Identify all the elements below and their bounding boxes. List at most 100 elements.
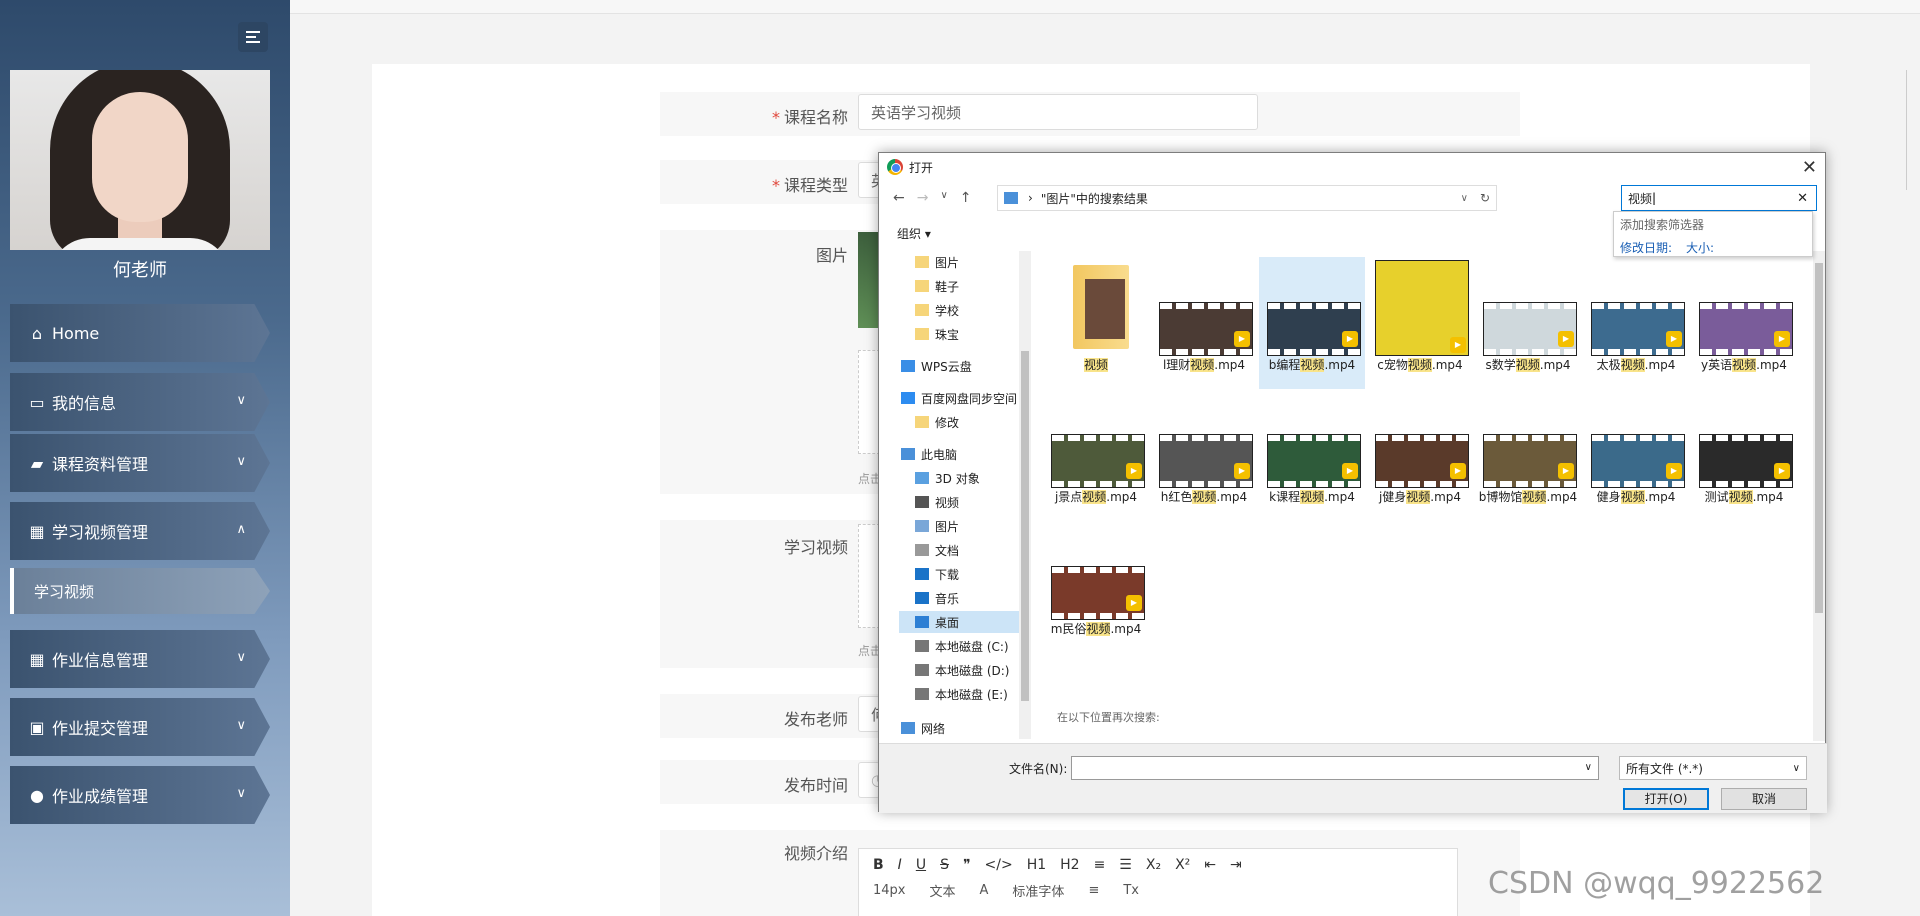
font-color-icon[interactable]: A	[980, 883, 989, 898]
rich-text-editor[interactable]: B I U S ❞ </> H1 H2 ≡ ☰ X₂ X² ⇤ ⇥ 14px 文…	[858, 848, 1458, 916]
nav-item[interactable]: 下载	[915, 563, 959, 585]
file-item[interactable]: ▶ c宠物视频.mp4	[1367, 257, 1473, 389]
down-icon	[915, 568, 929, 580]
italic-button[interactable]: I	[898, 857, 902, 873]
nav-item[interactable]: 百度网盘同步空间	[901, 387, 1017, 409]
outdent-button[interactable]: ⇤	[1204, 857, 1216, 873]
filter-size-link[interactable]: 大小:	[1686, 239, 1714, 256]
file-item[interactable]: ▶ k课程视频.mp4	[1259, 389, 1365, 521]
menu-toggle-button[interactable]	[238, 22, 268, 52]
subscript-button[interactable]: X₂	[1146, 857, 1161, 873]
image-upload-box[interactable]	[858, 350, 880, 454]
file-item[interactable]: 视频	[1043, 257, 1149, 389]
file-item[interactable]: ▶ 测试视频.mp4	[1691, 389, 1797, 521]
menu-study-video[interactable]: 学习视频	[10, 568, 270, 614]
content-scrollbar[interactable]	[1813, 251, 1825, 741]
file-item[interactable]: ▶ m民俗视频.mp4	[1043, 521, 1149, 653]
nav-item[interactable]: 图片	[915, 515, 959, 537]
refresh-icon[interactable]: ↻	[1480, 191, 1490, 205]
strike-button[interactable]: S	[940, 857, 949, 873]
nav-item[interactable]: 学校	[915, 299, 959, 321]
course-name-input[interactable]: 英语学习视频	[858, 94, 1258, 130]
back-icon[interactable]: ←	[893, 190, 905, 206]
folder-search-icon	[1004, 192, 1018, 204]
menu-my-info[interactable]: ▭ 我的信息 ∨	[10, 373, 270, 431]
recent-dropdown-icon[interactable]: ∨	[940, 190, 947, 206]
nav-item[interactable]: 此电脑	[901, 443, 957, 465]
nav-item[interactable]: 珠宝	[915, 323, 959, 345]
font-family-select[interactable]: 标准字体	[1012, 881, 1064, 900]
filter-modified-date-link[interactable]: 修改日期:	[1620, 239, 1672, 256]
nav-item[interactable]: 本地磁盘 (E:)	[915, 683, 1008, 705]
text-style-select[interactable]: 文本	[930, 881, 956, 900]
h1-button[interactable]: H1	[1027, 857, 1046, 873]
file-item[interactable]: ▶ y英语视频.mp4	[1691, 257, 1797, 389]
file-item[interactable]: ▶ h红色视频.mp4	[1151, 389, 1257, 521]
file-item[interactable]: ▶ j健身视频.mp4	[1367, 389, 1473, 521]
filetype-select[interactable]: 所有文件 (*.*) ∨	[1619, 756, 1807, 780]
underline-button[interactable]: U	[916, 857, 926, 873]
align-icon[interactable]: ≡	[1088, 883, 1099, 898]
organize-button[interactable]: 组织 ▾	[897, 225, 931, 242]
filename-input[interactable]: ∨	[1071, 756, 1599, 780]
nav-item[interactable]: 文档	[915, 539, 959, 561]
h2-button[interactable]: H2	[1060, 857, 1079, 873]
file-item[interactable]: ▶ b编程视频.mp4	[1259, 257, 1365, 389]
file-item[interactable]: ▶ l理财视频.mp4	[1151, 257, 1257, 389]
forward-icon[interactable]: →	[917, 190, 929, 206]
course-type-label: * 课程类型	[771, 176, 848, 195]
nav-item[interactable]: 图片	[915, 251, 959, 273]
clear-search-icon[interactable]: ✕	[1797, 191, 1808, 206]
open-button[interactable]: 打开(O)	[1623, 788, 1709, 810]
file-item[interactable]: ▶ j景点视频.mp4	[1043, 389, 1149, 521]
pic-icon	[915, 520, 929, 532]
folder-icon	[915, 280, 929, 292]
nav-item[interactable]: 鞋子	[915, 275, 959, 297]
bold-button[interactable]: B	[873, 857, 884, 873]
nav-item[interactable]: 本地磁盘 (D:)	[915, 659, 1009, 681]
menu-home[interactable]: ⌂ Home	[10, 304, 270, 362]
nav-item[interactable]: WPS云盘	[901, 355, 972, 377]
close-icon[interactable]: ✕	[1802, 157, 1817, 178]
time-input[interactable]: ◷	[858, 762, 884, 798]
teacher-input[interactable]: 何	[858, 696, 886, 732]
nav-item[interactable]: 网络	[901, 717, 945, 739]
chevron-down-icon[interactable]: ∨	[1585, 762, 1592, 773]
file-item[interactable]: ▶ 健身视频.mp4	[1583, 389, 1689, 521]
superscript-button[interactable]: X²	[1175, 857, 1190, 873]
nav-item[interactable]: 桌面	[899, 611, 1027, 633]
player-badge-icon: ▶	[1126, 463, 1142, 479]
player-badge-icon: ▶	[1774, 331, 1790, 347]
page-scrollbar[interactable]	[1906, 70, 1916, 190]
menu-homework-submit[interactable]: ▣ 作业提交管理 ∨	[10, 698, 270, 756]
menu-homework-info[interactable]: ▦ 作业信息管理 ∨	[10, 630, 270, 688]
file-name: s数学视频.mp4	[1485, 358, 1571, 372]
nav-item[interactable]: 音乐	[915, 587, 959, 609]
cancel-button[interactable]: 取消	[1721, 788, 1807, 810]
indent-button[interactable]: ⇥	[1230, 857, 1242, 873]
chevron-down-icon[interactable]: ∨	[1461, 193, 1468, 204]
file-item[interactable]: ▶ s数学视频.mp4	[1475, 257, 1581, 389]
blockquote-button[interactable]: ❞	[963, 857, 971, 873]
code-button[interactable]: </>	[985, 857, 1013, 873]
up-icon[interactable]: ↑	[960, 190, 972, 206]
menu-course-materials[interactable]: ▰ 课程资料管理 ∨	[10, 434, 270, 492]
nav-item[interactable]: 修改	[915, 411, 959, 433]
nav-item[interactable]: 3D 对象	[915, 467, 980, 489]
search-input[interactable]: 视频 | ✕	[1621, 185, 1817, 211]
address-bar[interactable]: › "图片"中的搜索结果 ∨ ↻	[997, 185, 1497, 211]
file-item[interactable]: ▶ 太极视频.mp4	[1583, 257, 1689, 389]
video-upload-box[interactable]	[858, 524, 880, 628]
file-name: b编程视频.mp4	[1268, 358, 1356, 372]
nav-scrollbar[interactable]	[1019, 251, 1031, 739]
nav-item[interactable]: 视频	[915, 491, 959, 513]
file-item[interactable]: ▶ b博物馆视频.mp4	[1475, 389, 1581, 521]
ordered-list-button[interactable]: ≡	[1094, 857, 1106, 873]
menu-homework-grades[interactable]: ● 作业成绩管理 ∨	[10, 766, 270, 824]
nav-item[interactable]: 本地磁盘 (C:)	[915, 635, 1009, 657]
font-size-select[interactable]: 14px	[873, 883, 906, 898]
clear-format-icon[interactable]: Tx	[1123, 883, 1139, 898]
menu-video-management[interactable]: ▦ 学习视频管理 ∧	[10, 502, 270, 560]
image-preview[interactable]	[858, 232, 880, 328]
bullet-list-button[interactable]: ☰	[1119, 857, 1132, 873]
